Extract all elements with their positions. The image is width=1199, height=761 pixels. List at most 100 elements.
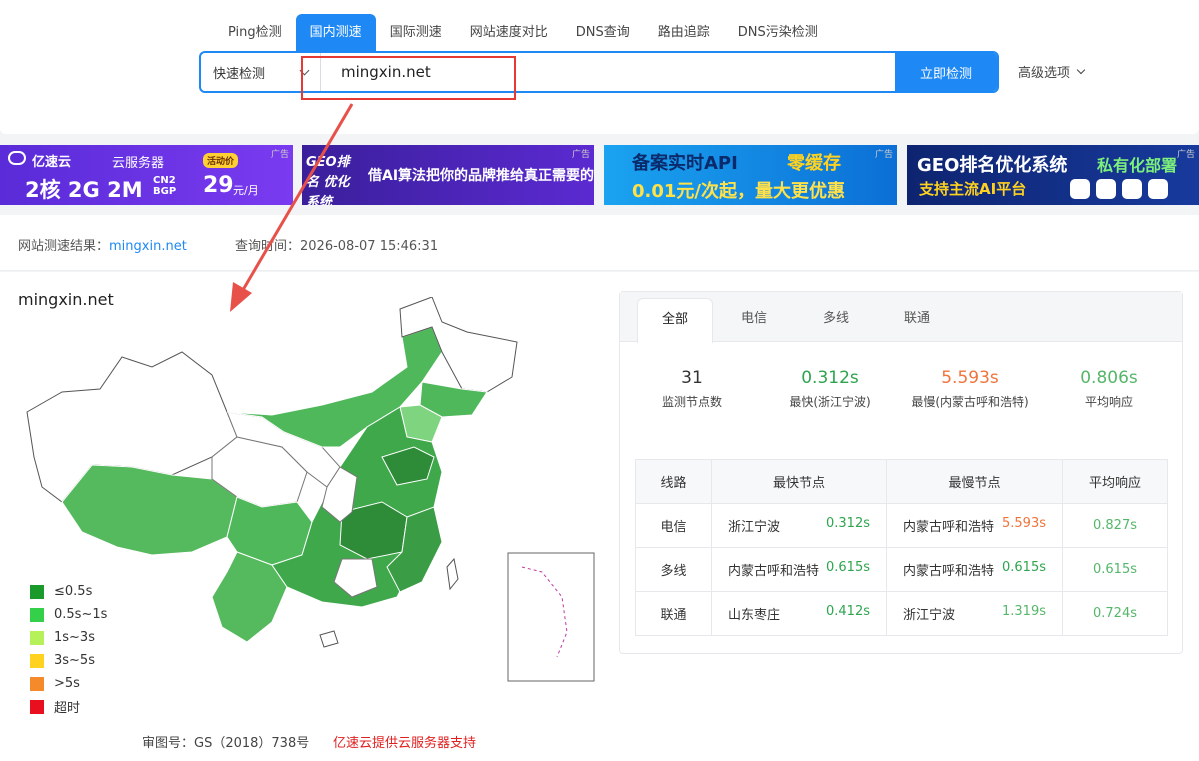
tab-dns-query[interactable]: DNS查询 [562, 14, 644, 52]
legend-swatch [30, 607, 44, 622]
ad-api-price: 0.01元/次起，量大更优惠 [632, 181, 845, 202]
map-region-tibet[interactable] [61, 464, 238, 556]
tab-telecom[interactable]: 电信 [716, 298, 792, 342]
ad-banner-icp-api[interactable]: 广告 备案实时API 零缓存 0.01元/次起，量大更优惠 [604, 145, 897, 205]
ad-spec: 2核 2G 2M [25, 178, 143, 202]
query-time-label: 查询时间： [235, 239, 301, 254]
ad-brand: 亿速云 [32, 155, 72, 170]
cell-slowest: 内蒙古呼和浩特 0.615s [886, 547, 1063, 592]
cell-line: 多线 [635, 547, 712, 592]
map-region-hainan[interactable] [319, 630, 339, 648]
table-row: 联通 山东枣庄 0.412s 浙江宁波 1.319s 0.724s [635, 591, 1168, 636]
stat-fastest: 0.312s 最快(浙江宁波) [765, 368, 895, 412]
map-legend: ≤0.5s 0.5s~1s 1s~3s 3s~5s >5s 超时 [30, 580, 107, 718]
fast-node: 山东枣庄 [728, 608, 781, 623]
tab-ping[interactable]: Ping检测 [214, 14, 296, 52]
test-tabs: Ping检测 国内测速 国际测速 网站速度对比 DNS查询 路由追踪 DNS污染… [214, 14, 832, 52]
map-region-taiwan[interactable] [446, 557, 459, 591]
map-approval-number: 审图号：GS（2018）738号 [142, 736, 310, 751]
legend-item: >5s [30, 672, 107, 695]
carrier-table: 线路 最快节点 最慢节点 平均响应 电信 浙江宁波 0.312s 内蒙古呼和浩特 5… [635, 459, 1168, 636]
mode-select-value: 快速检测 [213, 66, 266, 82]
tab-speed-compare[interactable]: 网站速度对比 [456, 14, 562, 52]
ad-tag: 广告 [571, 150, 590, 160]
legend-swatch [30, 699, 44, 714]
slow-node: 内蒙古呼和浩特 [903, 564, 995, 579]
ad-geo2-sub: 支持主流AI平台 [919, 180, 1027, 198]
ad-spec-small: CN2 BGP [153, 175, 177, 197]
stat-desc: 最慢(内蒙古呼和浩特) [911, 395, 1029, 409]
highlight-box [301, 56, 516, 100]
detect-button[interactable]: 立即检测 [895, 53, 997, 91]
legend-label: 0.5s~1s [54, 607, 108, 622]
ad-product: 云服务器 [112, 156, 165, 171]
result-card: 全部 电信 多线 联通 31 监测节点数 0.312s 最快(浙江宁波) 5.5… [619, 291, 1183, 654]
cell-fastest: 浙江宁波 0.312s [711, 503, 887, 548]
ad-api-title: 备案实时API [632, 153, 738, 174]
ad-api-highlight: 零缓存 [787, 153, 841, 174]
stat-value: 0.312s [801, 368, 859, 388]
legend-label: 3s~5s [54, 653, 95, 668]
stat-slowest: 5.593s 最慢(内蒙古呼和浩特) [904, 368, 1036, 412]
legend-item: 超时 [30, 695, 107, 718]
ad-price-unit: 元/月 [233, 184, 259, 197]
sponsor-link[interactable]: 亿速云提供云服务器支持 [333, 732, 476, 751]
ai-app-icon [1148, 179, 1168, 199]
legend-swatch [30, 630, 44, 645]
result-summary-bar: 网站测速结果：mingxin.net 查询时间：2026-08-07 15:46… [0, 215, 1199, 271]
tab-all[interactable]: 全部 [637, 298, 713, 343]
result-label: 网站测速结果：mingxin.net [18, 235, 187, 254]
legend-label: 超时 [54, 701, 81, 716]
col-header-slowest: 最慢节点 [886, 459, 1063, 504]
slow-time: 5.593s [1002, 516, 1046, 531]
cell-average: 0.724s [1062, 591, 1168, 636]
stat-node-count: 31 监测节点数 [627, 368, 757, 412]
result-domain-link[interactable]: mingxin.net [109, 239, 187, 254]
stat-value: 0.806s [1080, 368, 1138, 388]
cell-line: 电信 [635, 503, 712, 548]
ad-banner-cloud-server[interactable]: 广告 亿速云 云服务器 活动价 2核 2G 2M CN2 BGP 29 元/月 [0, 145, 293, 205]
slow-time: 0.615s [1002, 560, 1046, 575]
chevron-down-icon [1076, 65, 1086, 74]
slow-node: 内蒙古呼和浩特 [903, 520, 995, 535]
ad-price: 29 [203, 173, 234, 198]
col-header-fastest: 最快节点 [711, 459, 887, 504]
stat-desc: 最快(浙江宁波) [789, 395, 871, 409]
china-map [26, 297, 595, 682]
ad-badge: 活动价 [203, 153, 239, 168]
stat-average: 0.806s 平均响应 [1044, 368, 1174, 412]
tab-multiline[interactable]: 多线 [798, 298, 874, 342]
ai-app-icon [1096, 179, 1116, 199]
ad-geo-title: GEO排名 优化系统 [306, 155, 350, 205]
ad-tag: 广告 [270, 150, 289, 160]
tab-domestic-speed[interactable]: 国内测速 [295, 14, 376, 52]
cell-fastest: 山东枣庄 0.412s [711, 591, 887, 636]
col-header-line: 线路 [635, 459, 712, 504]
query-time-value: 2026-08-07 15:46:31 [300, 239, 439, 254]
tab-international-speed[interactable]: 国际测速 [376, 14, 456, 52]
stat-desc: 平均响应 [1084, 395, 1133, 409]
tab-unicom[interactable]: 联通 [879, 298, 955, 342]
legend-label: >5s [54, 676, 80, 691]
tab-traceroute[interactable]: 路由追踪 [644, 14, 724, 52]
stat-desc: 监测节点数 [661, 395, 722, 409]
advanced-options[interactable]: 高级选项 [1018, 62, 1086, 81]
stat-value: 5.593s [941, 368, 999, 388]
table-row: 多线 内蒙古呼和浩特 0.615s 内蒙古呼和浩特 0.615s 0.615s [635, 547, 1168, 592]
ad-banner-geo[interactable]: 广告 GEO排名 优化系统 借AI算法把你的品牌推给真正需要的客户 [302, 145, 594, 205]
table-header-row: 线路 最快节点 最慢节点 平均响应 [635, 459, 1168, 504]
legend-item: 3s~5s [30, 649, 107, 672]
tab-dns-pollution[interactable]: DNS污染检测 [724, 14, 832, 52]
legend-swatch [30, 676, 44, 691]
main-content: mingxin.net ≤0.5s 0.5s~1s 1s~3s 3s~5s >5… [0, 272, 1199, 761]
table-row: 电信 浙江宁波 0.312s 内蒙古呼和浩特 5.593s 0.827s [635, 503, 1168, 548]
result-label-text: 网站测速结果： [18, 239, 110, 254]
ad-banner-geo-private[interactable]: 广告 GEO排名优化系统 私有化部署 支持主流AI平台 [907, 145, 1199, 205]
advanced-options-label: 高级选项 [1018, 66, 1071, 81]
legend-item: 0.5s~1s [30, 603, 107, 626]
ai-app-icon [1070, 179, 1090, 199]
fast-node: 浙江宁波 [728, 520, 781, 535]
slow-time: 1.319s [1002, 604, 1046, 619]
fast-time: 0.412s [826, 604, 870, 619]
cloud-icon [8, 151, 26, 165]
